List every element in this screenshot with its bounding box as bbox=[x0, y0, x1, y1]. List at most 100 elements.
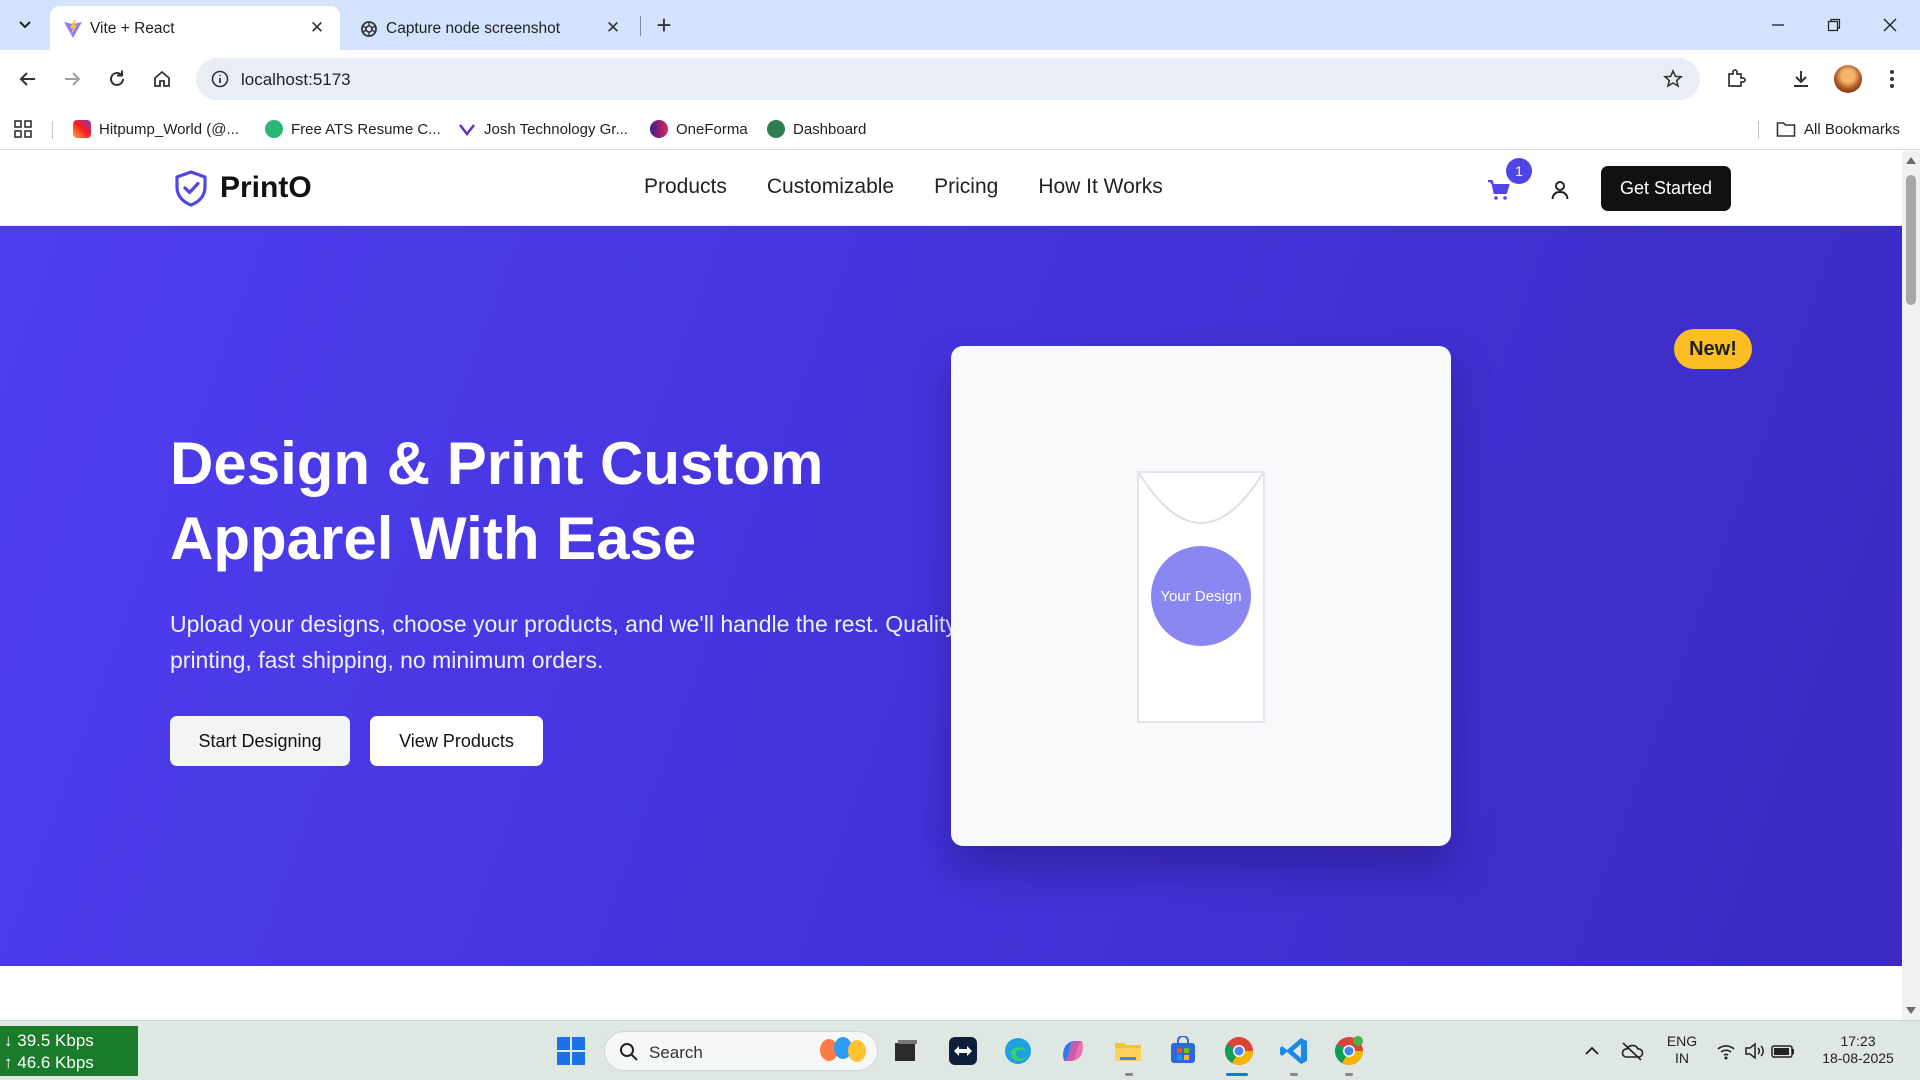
site-info-button[interactable] bbox=[206, 65, 234, 93]
view-products-button[interactable]: View Products bbox=[370, 716, 543, 766]
bookmark-label: Josh Technology Gr... bbox=[484, 120, 628, 138]
browser-toolbar: localhost:5173 bbox=[0, 50, 1920, 108]
home-icon bbox=[154, 70, 170, 87]
url-text[interactable]: localhost:5173 bbox=[241, 70, 351, 90]
bookmark-item[interactable]: Dashboard bbox=[767, 117, 866, 141]
user-icon[interactable] bbox=[1548, 178, 1572, 202]
bookmark-star-button[interactable] bbox=[1658, 64, 1688, 94]
taskbar-app-store[interactable] bbox=[1165, 1033, 1201, 1069]
bookmark-item[interactable]: Hitpump_World (@... bbox=[73, 117, 239, 141]
taskbar-app-teamviewer[interactable] bbox=[945, 1033, 981, 1069]
bookmark-label: OneForma bbox=[676, 120, 748, 138]
onedrive-button[interactable] bbox=[1614, 1033, 1650, 1069]
new-tab-button[interactable]: + bbox=[648, 9, 680, 41]
tab-search-button[interactable] bbox=[9, 9, 41, 41]
instagram-icon bbox=[73, 120, 91, 138]
taskbar-app-file-explorer[interactable] bbox=[1110, 1033, 1146, 1069]
bookmarks-divider bbox=[1758, 121, 1759, 139]
language-code: ENG bbox=[1666, 1033, 1698, 1049]
chevron-up-icon bbox=[1585, 1046, 1599, 1055]
nav-link-customizable[interactable]: Customizable bbox=[767, 175, 894, 199]
main-nav: Products Customizable Pricing How It Wor… bbox=[644, 175, 1163, 199]
download-speed: 39.5 Kbps bbox=[17, 1031, 94, 1050]
product-preview-card: Your Design bbox=[951, 346, 1451, 846]
back-arrow-icon bbox=[19, 72, 35, 86]
bookmark-label: Dashboard bbox=[793, 120, 867, 138]
vite-icon bbox=[64, 20, 82, 38]
cart-icon[interactable] bbox=[1486, 177, 1512, 203]
running-indicator bbox=[1345, 1073, 1353, 1076]
new-badge: New! bbox=[1674, 329, 1752, 369]
all-bookmarks-button[interactable]: All Bookmarks bbox=[1776, 117, 1900, 141]
windows-logo-icon bbox=[557, 1037, 585, 1065]
info-icon bbox=[211, 70, 229, 88]
running-indicator bbox=[1125, 1073, 1133, 1076]
bookmark-item[interactable]: OneForma bbox=[650, 117, 748, 141]
site-header: PrintO Products Customizable Pricing How… bbox=[0, 151, 1902, 226]
close-icon[interactable]: ✕ bbox=[604, 18, 622, 37]
edge-icon bbox=[1005, 1038, 1031, 1064]
quick-settings-button[interactable] bbox=[1714, 1033, 1798, 1069]
home-button[interactable] bbox=[146, 63, 178, 95]
language-indicator[interactable]: ENG IN bbox=[1664, 1033, 1700, 1067]
tab-title: Vite + React bbox=[90, 20, 175, 37]
address-bar[interactable]: localhost:5173 bbox=[196, 58, 1700, 100]
nav-link-pricing[interactable]: Pricing bbox=[934, 175, 998, 199]
profile-avatar[interactable] bbox=[1834, 65, 1862, 93]
page-scrollbar[interactable] bbox=[1902, 151, 1920, 1020]
tab-capture-node-screenshot[interactable]: Capture node screenshot ✕ bbox=[346, 6, 636, 50]
taskbar-app-vscode[interactable] bbox=[1276, 1033, 1312, 1069]
extensions-button[interactable] bbox=[1720, 63, 1752, 95]
apps-button[interactable] bbox=[14, 117, 32, 141]
taskbar-app-copilot[interactable] bbox=[1055, 1033, 1091, 1069]
reload-button[interactable] bbox=[101, 63, 133, 95]
network-speed-widget: ↓ 39.5 Kbps ↑ 46.6 Kbps bbox=[0, 1026, 138, 1076]
bookmark-item[interactable]: Josh Technology Gr... bbox=[458, 117, 628, 141]
downloads-button[interactable] bbox=[1785, 63, 1817, 95]
get-started-button[interactable]: Get Started bbox=[1601, 166, 1731, 211]
search-label: Search bbox=[649, 1043, 703, 1062]
bookmarks-divider bbox=[52, 121, 53, 139]
tab-vite-react[interactable]: Vite + React ✕ bbox=[50, 6, 340, 50]
scroll-down-arrow[interactable] bbox=[1906, 1007, 1916, 1014]
nav-link-products[interactable]: Products bbox=[644, 175, 727, 199]
tab-title: Capture node screenshot bbox=[386, 20, 561, 37]
show-hidden-icons-button[interactable] bbox=[1574, 1033, 1610, 1069]
hero-subtitle: Upload your designs, choose your product… bbox=[170, 611, 957, 673]
taskbar-app-edge[interactable] bbox=[1000, 1033, 1036, 1069]
back-button[interactable] bbox=[12, 63, 44, 95]
page-viewport: PrintO Products Customizable Pricing How… bbox=[0, 151, 1902, 1020]
download-icon bbox=[1794, 71, 1808, 87]
nav-link-how-it-works[interactable]: How It Works bbox=[1038, 175, 1162, 199]
store-icon bbox=[1171, 1036, 1195, 1063]
cart-count-badge: 1 bbox=[1506, 158, 1532, 184]
restore-button[interactable] bbox=[1806, 0, 1862, 50]
scroll-thumb[interactable] bbox=[1906, 175, 1916, 305]
brand-name: PrintO bbox=[220, 171, 312, 204]
task-view-button[interactable] bbox=[888, 1033, 924, 1069]
start-button[interactable] bbox=[553, 1033, 589, 1069]
close-icon[interactable]: ✕ bbox=[308, 18, 326, 37]
running-indicator bbox=[1290, 1073, 1298, 1076]
menu-button[interactable] bbox=[1876, 63, 1908, 95]
taskbar-app-chrome-profile[interactable] bbox=[1331, 1033, 1367, 1069]
brand-logo[interactable]: PrintO bbox=[172, 169, 312, 207]
close-window-button[interactable] bbox=[1862, 0, 1918, 50]
taskbar-search[interactable]: Search bbox=[604, 1031, 878, 1071]
scroll-up-arrow[interactable] bbox=[1906, 157, 1916, 164]
upload-arrow-icon: ↑ bbox=[4, 1053, 13, 1072]
bookmark-item[interactable]: Free ATS Resume C... bbox=[265, 117, 441, 141]
taskbar-app-chrome-active[interactable] bbox=[1221, 1033, 1257, 1069]
chevron-down-icon bbox=[19, 21, 31, 29]
cloud-offline-icon bbox=[1621, 1042, 1644, 1061]
start-designing-button[interactable]: Start Designing bbox=[170, 716, 350, 766]
bookmark-label: Free ATS Resume C... bbox=[291, 120, 441, 138]
forward-button[interactable] bbox=[56, 63, 88, 95]
forward-arrow-icon bbox=[65, 72, 81, 86]
wifi-volume-battery-icons bbox=[1717, 1042, 1794, 1060]
chrome-icon bbox=[1335, 1036, 1363, 1065]
hero-section: Design & Print Custom Apparel With Ease … bbox=[0, 226, 1902, 966]
clock[interactable]: 17:23 18-08-2025 bbox=[1812, 1033, 1904, 1067]
balloons-icon bbox=[820, 1037, 866, 1062]
minimize-button[interactable] bbox=[1750, 0, 1806, 50]
